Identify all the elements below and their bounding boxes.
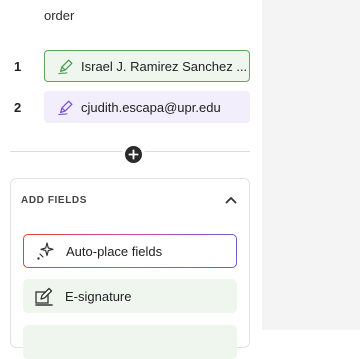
left-panel: order 1 Israel J. Ramirez Sanchez ... 2 … [0, 0, 262, 359]
signer-email: cjudith.escapa@upr.edu [81, 99, 221, 115]
signer-order-number: 2 [14, 100, 22, 115]
chevron-up-icon[interactable] [223, 192, 239, 208]
auto-place-fields-label: Auto-place fields [66, 243, 163, 259]
sparkle-icon [37, 242, 54, 260]
next-field-button[interactable] [23, 325, 237, 359]
signer-chip-1[interactable]: Israel J. Ramirez Sanchez ... [44, 50, 250, 82]
document-canvas [262, 0, 360, 330]
signer-chip-2[interactable]: cjudith.escapa@upr.edu [44, 91, 250, 123]
plus-icon [128, 149, 139, 160]
pen-icon [58, 59, 73, 75]
e-signature-label: E-signature [65, 288, 132, 304]
add-fields-panel: ADD FIELDS Auto-place fields E-signature [10, 178, 250, 359]
signer-row-2: 2 cjudith.escapa@upr.edu [0, 91, 262, 125]
pen-icon [58, 100, 73, 116]
signer-name: Israel J. Ramirez Sanchez ... [81, 58, 248, 74]
auto-place-fields-button[interactable]: Auto-place fields [23, 234, 237, 268]
signer-order-number: 1 [14, 59, 22, 74]
add-recipient-button[interactable] [122, 143, 145, 166]
add-fields-title: ADD FIELDS [21, 195, 87, 206]
order-label: order [44, 8, 75, 23]
signer-row-1: 1 Israel J. Ramirez Sanchez ... [0, 50, 262, 84]
signature-icon [35, 287, 53, 306]
e-signature-field-button[interactable]: E-signature [23, 279, 237, 313]
